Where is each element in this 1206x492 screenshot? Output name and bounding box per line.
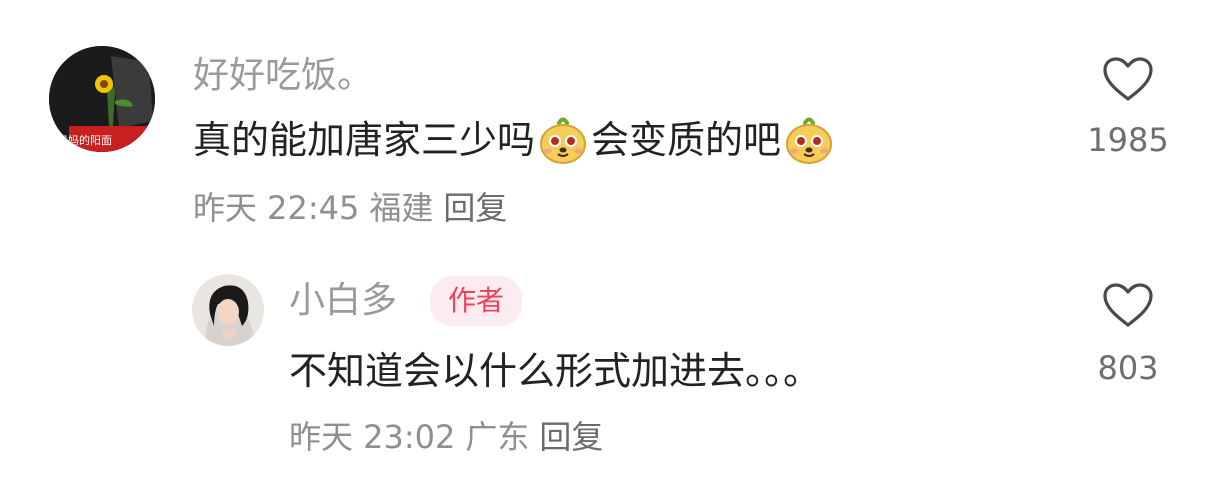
heart-outline-icon[interactable] xyxy=(1102,56,1154,102)
comment-meta: 昨天 22:45 福建 回复 xyxy=(193,192,517,224)
comment-text: 真的能加唐家三少吗 会变质的吧 xyxy=(193,114,837,166)
reply-comment-item: 小白多 作者 不知道会以什么形式加进去。。。 昨天 23:02 广东 回复 803 xyxy=(0,250,1206,492)
comment-text-part: 真的能加唐家三少吗 xyxy=(193,118,536,162)
comment-text-part: 会变质的吧 xyxy=(591,118,782,162)
user-avatar[interactable] xyxy=(192,274,264,346)
comment-text: 不知道会以什么形式加进去。。。 xyxy=(289,349,822,393)
reply-button[interactable]: 回复 xyxy=(443,189,507,227)
like-count: 803 xyxy=(1097,349,1159,387)
comment-location: 福建 xyxy=(369,189,434,227)
comment-time: 昨天 22:45 xyxy=(193,189,360,227)
username[interactable]: 好好吃饭。 xyxy=(193,58,373,94)
comment-location: 广东 xyxy=(465,418,530,456)
user-avatar[interactable]: 妈妈的阳面 xyxy=(49,46,155,152)
cute-face-emoji-icon xyxy=(786,117,833,164)
comment-meta: 昨天 23:02 广东 回复 xyxy=(289,421,613,453)
reply-button[interactable]: 回复 xyxy=(539,418,603,456)
like-count: 1985 xyxy=(1087,121,1169,159)
author-badge: 作者 xyxy=(430,276,523,326)
cute-face-emoji-icon xyxy=(540,117,587,164)
avatar-caption: 妈妈的阳面 xyxy=(57,134,112,147)
heart-outline-icon[interactable] xyxy=(1102,282,1154,328)
comment-time: 昨天 23:02 xyxy=(289,418,456,456)
comment-item: 妈妈的阳面 好好吃饭。 真的能加唐家三少吗 会变质的吧 昨天 22:45 福建 … xyxy=(0,0,1206,250)
username[interactable]: 小白多 xyxy=(289,283,397,319)
